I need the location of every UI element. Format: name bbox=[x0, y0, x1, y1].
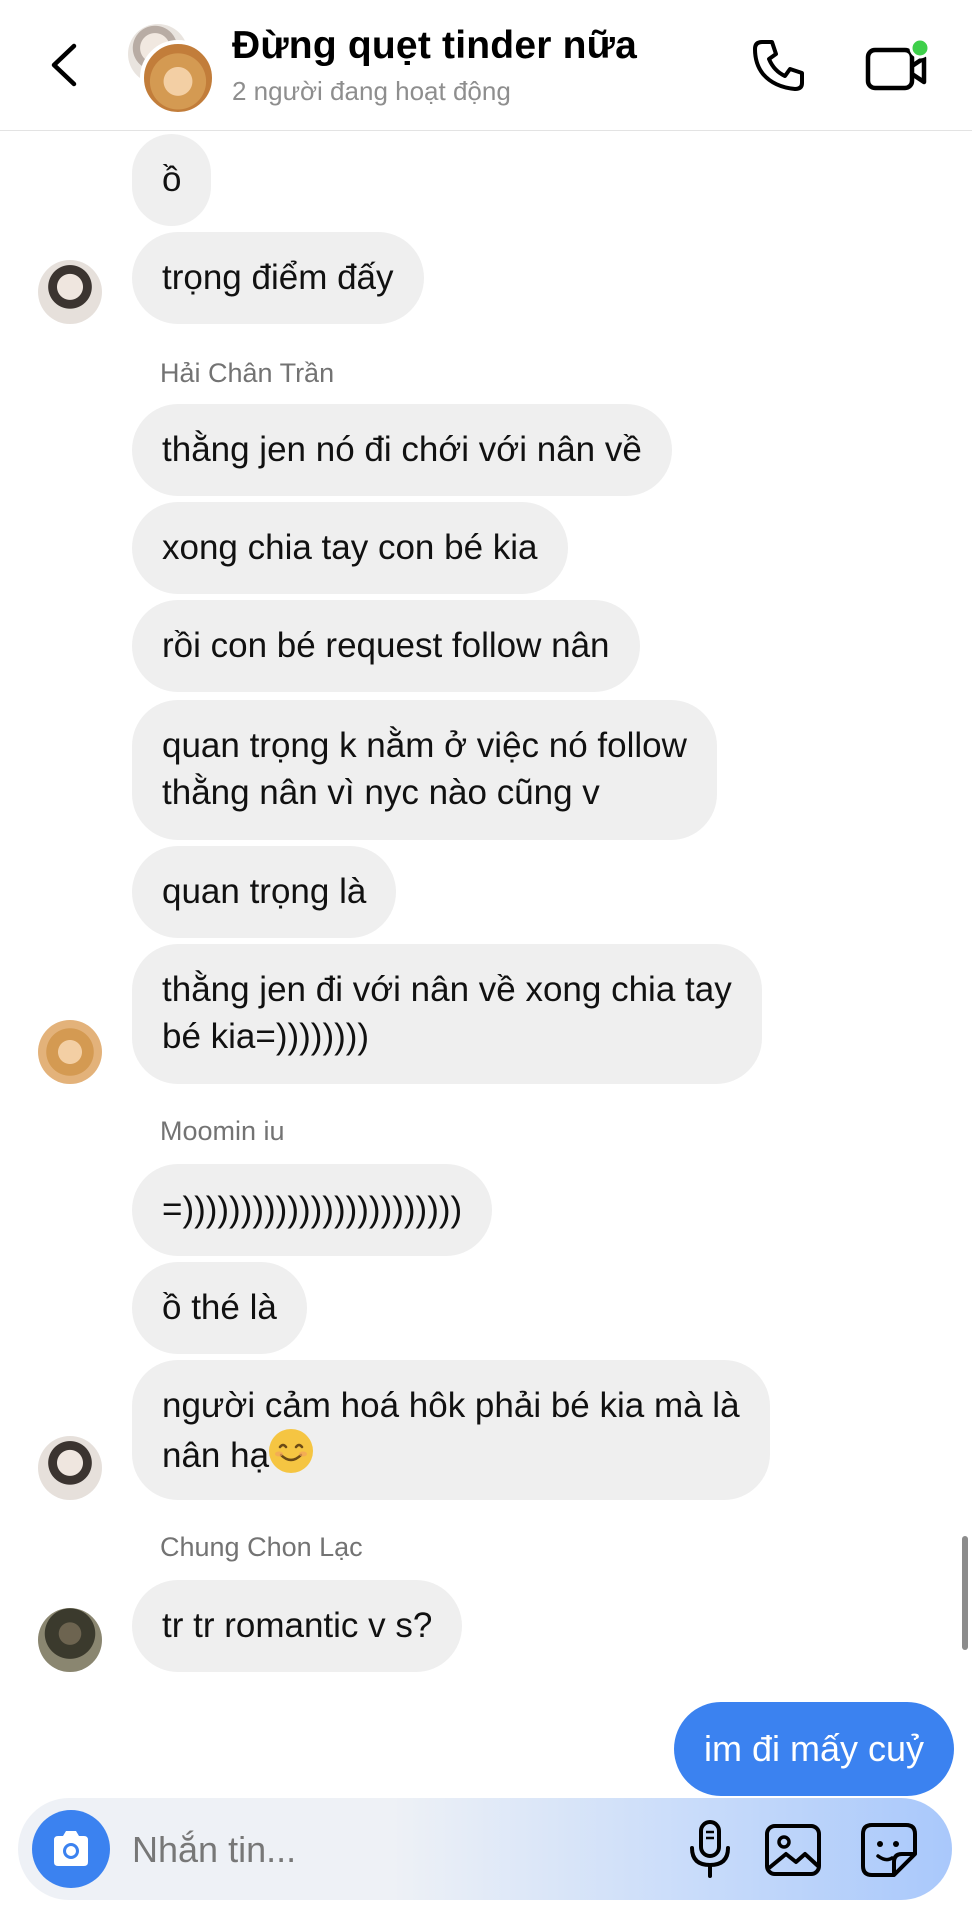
message-line: thằng nân vì nyc nào cũng v bbox=[162, 773, 600, 812]
sender-name: Moomin iu bbox=[160, 1116, 285, 1146]
message-input[interactable] bbox=[130, 1816, 554, 1884]
message-composer bbox=[18, 1798, 952, 1900]
message-text: nân hạ bbox=[162, 1436, 270, 1475]
message-bubble[interactable]: ồ thé là bbox=[132, 1262, 307, 1354]
chevron-left-icon bbox=[51, 43, 77, 87]
gallery-button[interactable] bbox=[762, 1820, 824, 1880]
video-call-icon bbox=[865, 37, 931, 91]
message-bubble[interactable]: ồ bbox=[132, 134, 212, 226]
message-bubble[interactable]: người cảm hoá hôk phải bé kia mà là nân … bbox=[132, 1360, 770, 1500]
message-line: quan trọng k nằm ở việc nó follow bbox=[162, 726, 687, 765]
group-avatar[interactable] bbox=[126, 22, 216, 116]
image-icon bbox=[765, 1824, 821, 1876]
sticker-icon bbox=[861, 1823, 917, 1877]
sender-name: Hải Chân Trần bbox=[160, 358, 335, 388]
sender-avatar[interactable] bbox=[38, 1608, 102, 1672]
message-bubble[interactable]: thằng jen nó đi chới với nân về bbox=[132, 404, 672, 496]
sender-name: Chung Chon Lạc bbox=[160, 1532, 363, 1562]
sticker-button[interactable] bbox=[858, 1820, 920, 1880]
sender-avatar[interactable] bbox=[38, 260, 102, 324]
chat-title[interactable]: Đừng quẹt tinder nữa bbox=[232, 24, 637, 68]
message-bubble[interactable]: quan trọng k nằm ở việc nó follow thằng … bbox=[132, 700, 717, 840]
member-avatar-2 bbox=[140, 40, 216, 116]
scrollbar-thumb[interactable] bbox=[962, 1536, 968, 1650]
microphone-icon bbox=[690, 1820, 730, 1878]
sender-avatar[interactable] bbox=[38, 1436, 102, 1500]
phone-icon bbox=[753, 40, 804, 91]
video-call-button[interactable] bbox=[862, 36, 932, 98]
message-bubble[interactable]: rồi con bé request follow nân bbox=[132, 600, 640, 692]
message-bubble[interactable]: quan trọng là bbox=[132, 846, 397, 938]
call-button[interactable] bbox=[748, 34, 810, 96]
back-button[interactable] bbox=[38, 30, 94, 100]
smiling-face-emoji bbox=[269, 1429, 314, 1473]
sender-avatar[interactable] bbox=[38, 1020, 102, 1084]
camera-icon bbox=[54, 1831, 88, 1866]
my-message-bubble[interactable]: im đi mấy cuỷ bbox=[673, 1702, 954, 1796]
message-line: người cảm hoá hôk phải bé kia mà là bbox=[162, 1386, 740, 1425]
message-bubble[interactable]: =)))))))))))))))))))))))) bbox=[132, 1164, 493, 1256]
message-line: bé kia=)))))))) bbox=[162, 1017, 370, 1056]
message-bubble[interactable]: trọng điểm đấy bbox=[132, 232, 424, 324]
active-status: 2 người đang hoạt động bbox=[232, 76, 511, 106]
message-bubble[interactable]: tr tr romantic v s? bbox=[132, 1580, 463, 1672]
message-bubble[interactable]: thằng jen đi với nân về xong chia tay bé… bbox=[132, 944, 762, 1084]
message-line: thằng jen đi với nân về xong chia tay bbox=[162, 970, 732, 1009]
camera-button[interactable] bbox=[32, 1810, 110, 1888]
chat-header: Đừng quẹt tinder nữa 2 người đang hoạt đ… bbox=[0, 0, 972, 131]
message-line: nân hạ bbox=[162, 1429, 740, 1479]
message-bubble[interactable]: xong chia tay con bé kia bbox=[132, 502, 568, 594]
voice-message-button[interactable] bbox=[680, 1818, 740, 1880]
